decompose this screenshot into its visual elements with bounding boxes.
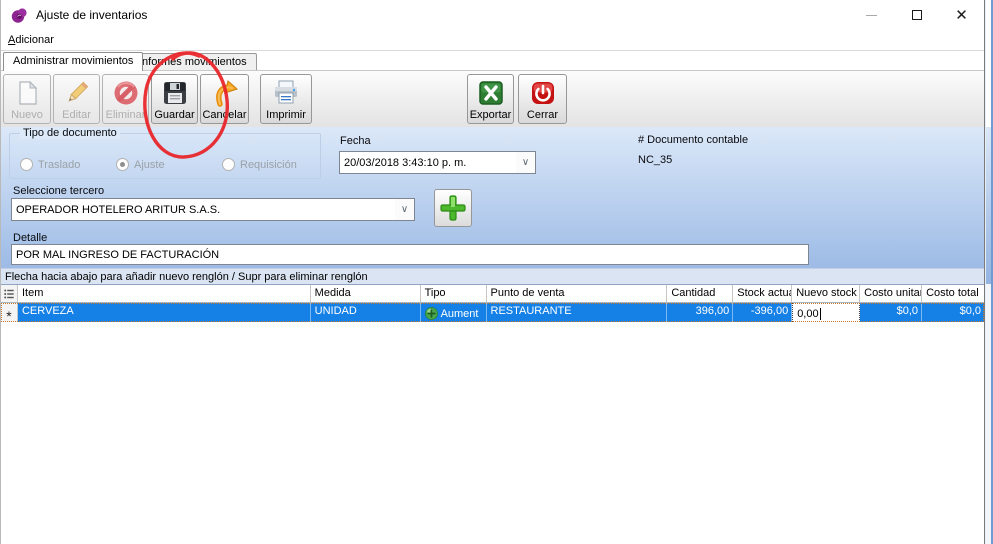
exportar-button[interactable]: Exportar	[467, 74, 514, 124]
tab-informes-movimientos[interactable]: Informes movimientos	[129, 53, 257, 71]
cell-nuevo-stock-editor[interactable]: 0,00	[792, 303, 860, 322]
imprimir-button[interactable]: Imprimir	[260, 74, 312, 124]
tercero-combobox[interactable]: OPERADOR HOTELERO ARITUR S.A.S. ∨	[11, 198, 415, 221]
column-header-nuevo-stock[interactable]: Nuevo stock	[792, 285, 860, 302]
column-header-costo-unitario[interactable]: Costo unitari	[860, 285, 922, 302]
app-window: Ajuste de inventarios ✕ Adicionar Admini…	[0, 0, 985, 544]
cell-costo-unitario[interactable]: $0,0	[860, 303, 922, 322]
cell-medida[interactable]: UNIDAD	[311, 303, 421, 322]
toolbar: Nuevo Editar Eliminar Guardar	[1, 70, 984, 127]
items-grid: Item Medida Tipo Punto de venta Cantidad…	[1, 284, 984, 544]
detalle-input[interactable]: POR MAL INGRESO DE FACTURACIÓN	[11, 244, 809, 265]
add-tercero-button[interactable]	[434, 189, 472, 227]
fecha-label: Fecha	[340, 135, 371, 147]
radio-requisicion[interactable]: Requisición	[222, 158, 297, 171]
fecha-datetime-picker[interactable]: 20/03/2018 3:43:10 p. m. ∨	[339, 151, 536, 174]
eliminar-button[interactable]: Eliminar	[102, 74, 149, 124]
chevron-down-icon[interactable]: ∨	[395, 199, 414, 220]
power-icon	[529, 77, 557, 109]
maximize-button[interactable]	[894, 0, 939, 30]
column-header-stock-actual[interactable]: Stock actua	[733, 285, 792, 302]
row-edit-indicator: *	[1, 303, 18, 322]
plus-icon	[439, 194, 467, 222]
tercero-label: Seleccione tercero	[13, 185, 104, 197]
floppy-disk-icon	[161, 77, 189, 109]
background-window-strip	[986, 0, 993, 544]
tabstrip: Administrar movimientos Informes movimie…	[1, 52, 984, 70]
tercero-value: OPERADOR HOTELERO ARITUR S.A.S.	[12, 204, 395, 216]
pencil-icon	[63, 77, 91, 109]
tipo-documento-label: Tipo de documento	[20, 127, 120, 139]
undo-arrow-icon	[211, 77, 239, 109]
cell-stock-actual[interactable]: -396,00	[733, 303, 792, 322]
new-page-icon	[13, 77, 41, 109]
cell-item[interactable]: CERVEZA	[18, 303, 311, 322]
row-selector-header[interactable]	[1, 285, 18, 302]
close-button[interactable]: ✕	[939, 0, 984, 30]
radio-ajuste[interactable]: Ajuste	[116, 158, 165, 171]
documento-contable-label: # Documento contable	[638, 134, 748, 146]
close-icon: ✕	[955, 8, 968, 23]
cell-cantidad[interactable]: 396,00	[667, 303, 733, 322]
no-entry-icon	[112, 77, 140, 109]
fecha-value: 20/03/2018 3:43:10 p. m.	[340, 157, 516, 169]
row-selector-icon	[4, 288, 14, 300]
menu-item-adicionar[interactable]: Adicionar	[1, 34, 61, 46]
cancelar-button[interactable]: Cancelar	[200, 74, 249, 124]
guardar-button[interactable]: Guardar	[151, 74, 198, 124]
cell-punto-de-venta[interactable]: RESTAURANTE	[487, 303, 668, 322]
maximize-icon	[912, 10, 922, 20]
text-caret	[820, 308, 821, 320]
column-header-costo-total[interactable]: Costo total	[922, 285, 984, 302]
titlebar: Ajuste de inventarios ✕	[1, 0, 984, 30]
column-header-medida[interactable]: Medida	[311, 285, 421, 302]
minimize-button[interactable]	[849, 0, 894, 30]
excel-icon	[477, 77, 505, 109]
column-header-item[interactable]: Item	[18, 285, 311, 302]
documento-contable-value: NC_35	[638, 154, 672, 166]
increase-icon	[425, 307, 438, 320]
app-icon	[10, 6, 28, 24]
cell-tipo[interactable]: Aument	[421, 303, 487, 322]
tipo-documento-groupbox: Tipo de documento Traslado Ajuste Requis…	[9, 133, 321, 179]
column-header-tipo[interactable]: Tipo	[421, 285, 487, 302]
screen: Ajuste de inventarios ✕ Adicionar Admini…	[0, 0, 993, 544]
radio-traslado[interactable]: Traslado	[20, 158, 80, 171]
grid-header-row: Item Medida Tipo Punto de venta Cantidad…	[1, 285, 984, 303]
column-header-punto-de-venta[interactable]: Punto de venta	[487, 285, 668, 302]
nuevo-button[interactable]: Nuevo	[3, 74, 51, 124]
table-row[interactable]: * CERVEZA UNIDAD Aument RESTAURANTE 396,…	[1, 303, 984, 322]
cerrar-button[interactable]: Cerrar	[518, 74, 567, 124]
column-header-cantidad[interactable]: Cantidad	[667, 285, 733, 302]
radio-icon	[20, 158, 33, 171]
radio-icon	[222, 158, 235, 171]
cell-costo-total[interactable]: $0,0	[922, 303, 984, 322]
printer-icon	[271, 77, 301, 109]
form-area: Tipo de documento Traslado Ajuste Requis…	[1, 127, 984, 268]
detalle-value: POR MAL INGRESO DE FACTURACIÓN	[16, 249, 219, 261]
radio-selected-icon	[116, 158, 129, 171]
tab-administrar-movimientos[interactable]: Administrar movimientos	[3, 52, 143, 71]
editar-button[interactable]: Editar	[53, 74, 100, 124]
detalle-label: Detalle	[13, 232, 47, 244]
chevron-down-icon[interactable]: ∨	[516, 152, 535, 173]
grid-hint-bar: Flecha hacia abajo para añadir nuevo ren…	[1, 268, 984, 284]
minimize-icon	[866, 15, 877, 16]
grid-hint-text: Flecha hacia abajo para añadir nuevo ren…	[5, 271, 368, 283]
window-title: Ajuste de inventarios	[36, 8, 147, 22]
menubar: Adicionar	[1, 30, 984, 51]
